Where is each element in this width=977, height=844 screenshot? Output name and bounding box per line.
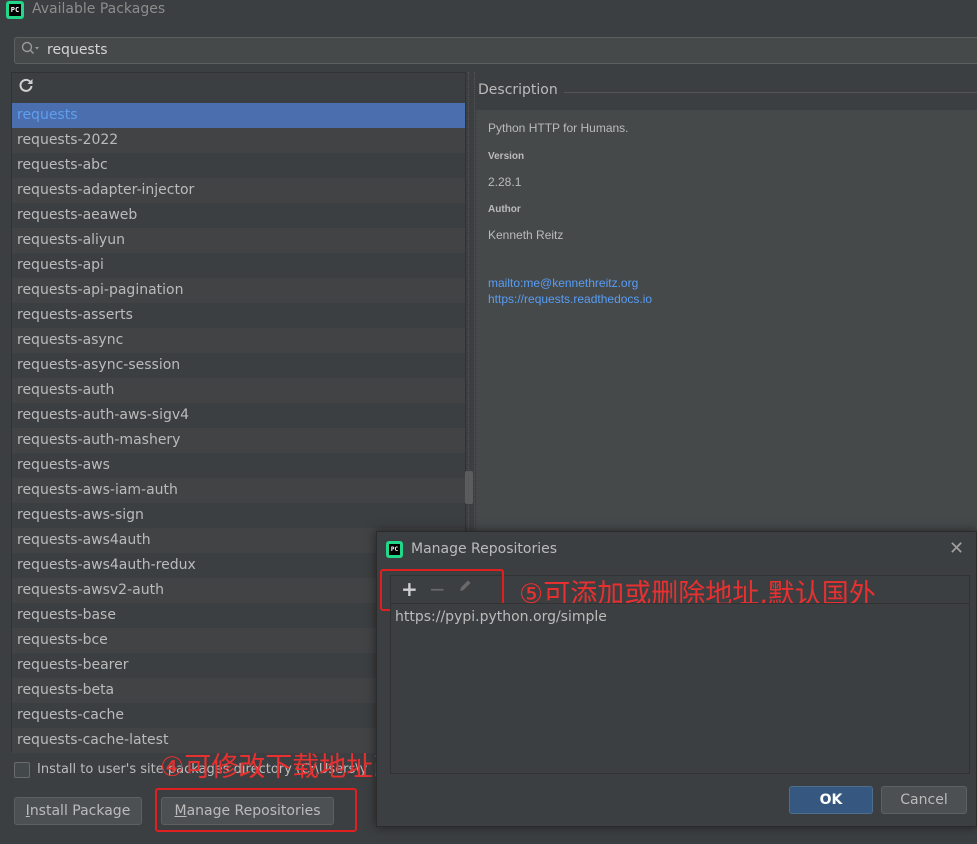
- package-list-item[interactable]: requests-aliyun: [12, 228, 465, 253]
- repository-item[interactable]: https://pypi.python.org/simple: [395, 609, 607, 625]
- package-list-item[interactable]: requests-aeaweb: [12, 203, 465, 228]
- description-panel: Description Python HTTP for Humans. Vers…: [476, 72, 977, 542]
- ok-button[interactable]: OK: [789, 786, 873, 814]
- package-version: 2.28.1: [488, 175, 522, 189]
- dialog-title: Manage Repositories: [411, 541, 558, 557]
- pycharm-logo-icon: PC: [386, 541, 403, 558]
- description-content: Python HTTP for Humans. Version 2.28.1 A…: [476, 110, 977, 542]
- title-bar: PC Available Packages: [0, 0, 977, 22]
- install-package-button[interactable]: Install Package: [14, 797, 142, 825]
- close-icon[interactable]: ✕: [949, 538, 964, 559]
- refresh-icon[interactable]: [18, 77, 34, 97]
- install-label: nstall Package: [29, 803, 131, 819]
- package-author: Kenneth Reitz: [488, 228, 564, 242]
- package-list-item[interactable]: requests-aws-sign: [12, 503, 465, 528]
- package-summary: Python HTTP for Humans.: [488, 121, 629, 135]
- pycharm-logo-icon: PC: [6, 1, 24, 19]
- panel-splitter[interactable]: [468, 72, 475, 542]
- author-email-link[interactable]: mailto:me@kennethreitz.org: [488, 276, 638, 290]
- window-title: Available Packages: [32, 1, 166, 17]
- search-box[interactable]: [14, 37, 977, 64]
- manage-repositories-dialog: PC Manage Repositories ✕ + − ⑤可添加或删除地址,默…: [376, 531, 977, 827]
- package-list-item[interactable]: requests-2022: [12, 128, 465, 153]
- description-divider: [560, 92, 977, 93]
- search-icon[interactable]: [21, 41, 41, 61]
- cancel-button[interactable]: Cancel: [881, 786, 967, 814]
- package-list-item[interactable]: requests-api-pagination: [12, 278, 465, 303]
- search-input[interactable]: [47, 40, 647, 60]
- package-list-item[interactable]: requests-adapter-injector: [12, 178, 465, 203]
- package-list-item[interactable]: requests-async: [12, 328, 465, 353]
- annotation-highlight-box: [155, 788, 357, 832]
- package-list-item[interactable]: requests-async-session: [12, 353, 465, 378]
- author-label: Author: [488, 204, 521, 215]
- package-list-item[interactable]: requests-asserts: [12, 303, 465, 328]
- package-list-item[interactable]: requests-auth: [12, 378, 465, 403]
- package-list-item[interactable]: requests-api: [12, 253, 465, 278]
- install-to-user-checkbox[interactable]: [14, 762, 30, 778]
- package-list-item[interactable]: requests-abc: [12, 153, 465, 178]
- package-list-item[interactable]: requests: [12, 103, 465, 128]
- version-label: Version: [488, 151, 525, 162]
- package-list-item[interactable]: requests-aws: [12, 453, 465, 478]
- package-list-item[interactable]: requests-aws-iam-auth: [12, 478, 465, 503]
- package-list-item[interactable]: requests-auth-aws-sigv4: [12, 403, 465, 428]
- package-list-item[interactable]: requests-auth-mashery: [12, 428, 465, 453]
- description-legend: Description: [478, 82, 564, 98]
- homepage-link[interactable]: https://requests.readthedocs.io: [488, 292, 652, 306]
- repository-list[interactable]: https://pypi.python.org/simple: [390, 603, 970, 774]
